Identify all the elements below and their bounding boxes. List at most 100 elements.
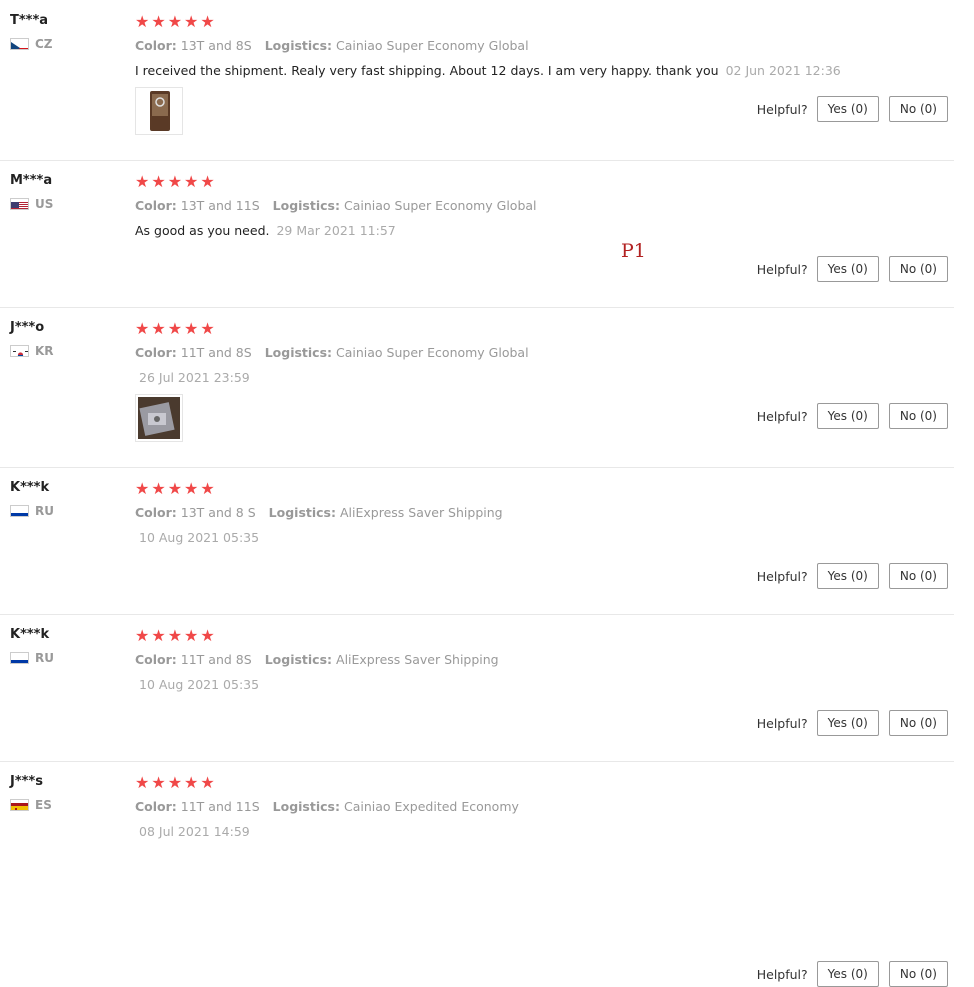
logistics-label: Logistics: (272, 198, 340, 213)
country-flag-icon (10, 198, 29, 210)
product-attributes: Color: 13T and 8 S Logistics: AliExpress … (135, 504, 835, 522)
star-rating: ★ ★ ★ ★ ★ (135, 479, 835, 499)
reviewer-country: US (10, 197, 120, 211)
color-value: 11T and 8S (180, 652, 252, 667)
reviewer-info: J***s ES (10, 773, 120, 812)
country-flag-icon (10, 799, 29, 811)
color-value: 13T and 8 S (180, 505, 256, 520)
review-item: T***a CZ ★ ★ ★ ★ ★ Color: 13T and 8S Logistics: … (0, 0, 954, 161)
review-item: J***s ES ★ ★ ★ ★ ★ Color: 11T and 11S Logistics:… (0, 761, 954, 987)
reviewer-name: T***a (10, 13, 49, 28)
review-body: ★ ★ ★ ★ ★ Color: 11T and 8S Logistics: Cainiao… (135, 319, 835, 442)
review-body: ★ ★ ★ ★ ★ Color: 11T and 11S Logistics: Cainia… (135, 773, 835, 841)
star-icon: ★ (184, 479, 199, 498)
logistics-value: Cainiao Super Economy Global (336, 38, 529, 53)
helpful-no-button[interactable]: No (0) (888, 710, 948, 736)
logistics-value: AliExpress Saver Shipping (339, 505, 503, 520)
star-icon: ★ (135, 773, 150, 792)
review-content: 26 Jul 2021 23:59 (135, 369, 835, 387)
helpful-yes-button[interactable]: Yes (0) (816, 563, 879, 589)
star-icon: ★ (167, 12, 183, 31)
star-icon: ★ (167, 773, 183, 792)
color-value: 11T and 11S (180, 799, 260, 814)
helpful-label: Helpful? (756, 715, 808, 731)
country-flag-icon (10, 38, 29, 50)
reviewer-name: K***k (10, 627, 50, 642)
review-date: 26 Jul 2021 23:59 (139, 370, 250, 385)
logistics-label: Logistics: (264, 345, 333, 360)
reviewer-name: J***s (10, 774, 43, 789)
logistics-label: Logistics: (264, 652, 333, 667)
review-item: K***k RU ★ ★ ★ ★ ★ Color: 13T and 8 S Logistics:… (0, 467, 954, 615)
country-code: US (35, 197, 54, 211)
star-icon: ★ (167, 479, 183, 498)
helpful-yes-button[interactable]: Yes (0) (816, 96, 879, 122)
helpful-yes-button[interactable]: Yes (0) (816, 403, 879, 429)
reviewer-name: K***k (10, 480, 50, 495)
review-body: ★ ★ ★ ★ ★ Color: 13T and 8S Logistics: Cainiao… (135, 12, 841, 135)
star-icon: ★ (151, 319, 166, 338)
star-icon: ★ (200, 172, 215, 191)
review-body: ★ ★ ★ ★ ★ Color: 11T and 8S Logistics: AliExpr… (135, 626, 835, 694)
country-code: RU (35, 651, 54, 665)
review-photo[interactable] (135, 87, 183, 135)
reviewer-country: CZ (10, 37, 120, 51)
helpful-no-button[interactable]: No (0) (888, 563, 948, 589)
review-item: M***a US ★ ★ ★ ★ ★ Color: 13T and 11S Logistics:… (0, 160, 954, 308)
logistics-label: Logistics: (272, 799, 340, 814)
color-value: 13T and 8S (180, 38, 252, 53)
star-icon: ★ (184, 319, 199, 338)
country-code: RU (35, 504, 54, 518)
review-content: As good as you need. 29 Mar 2021 11:57 (135, 222, 835, 240)
helpful-label: Helpful? (756, 966, 808, 982)
color-label: Color: (135, 652, 177, 667)
reviewer-country: RU (10, 504, 120, 518)
color-label: Color: (135, 799, 177, 814)
product-attributes: Color: 11T and 8S Logistics: AliExpress S… (135, 651, 835, 669)
star-icon: ★ (184, 626, 199, 645)
star-icon: ★ (151, 773, 166, 792)
helpful-votes: Helpful? Yes (0) No (0) (757, 961, 948, 987)
review-body: ★ ★ ★ ★ ★ Color: 13T and 8 S Logistics: AliExp… (135, 479, 835, 547)
star-icon: ★ (151, 479, 166, 498)
star-icon: ★ (184, 773, 199, 792)
color-label: Color: (135, 505, 177, 520)
review-item: J***o KR ★ ★ ★ ★ ★ Color: 11T and 8S Logistics: … (0, 307, 954, 468)
country-flag-icon (10, 652, 29, 664)
helpful-no-button[interactable]: No (0) (888, 961, 948, 987)
star-icon: ★ (135, 626, 150, 645)
product-attributes: Color: 13T and 8S Logistics: Cainiao Supe… (135, 37, 835, 55)
review-date: 29 Mar 2021 11:57 (276, 223, 396, 238)
helpful-label: Helpful? (756, 261, 808, 277)
star-rating: ★ ★ ★ ★ ★ (135, 773, 835, 793)
country-flag-icon (10, 345, 29, 357)
color-value: 13T and 11S (180, 198, 260, 213)
star-icon: ★ (200, 319, 215, 338)
product-attributes: Color: 13T and 11S Logistics: Cainiao Sup… (135, 197, 835, 215)
review-content: 10 Aug 2021 05:35 (135, 529, 835, 547)
helpful-label: Helpful? (756, 101, 808, 117)
color-value: 11T and 8S (180, 345, 252, 360)
helpful-yes-button[interactable]: Yes (0) (816, 710, 879, 736)
star-rating: ★ ★ ★ ★ ★ (135, 626, 835, 646)
color-label: Color: (135, 38, 177, 53)
star-rating: ★ ★ ★ ★ ★ (135, 172, 835, 192)
logistics-value: Cainiao Expedited Economy (343, 799, 519, 814)
helpful-no-button[interactable]: No (0) (888, 96, 948, 122)
helpful-no-button[interactable]: No (0) (888, 256, 948, 282)
reviewer-info: K***k RU (10, 479, 120, 518)
star-icon: ★ (200, 773, 215, 792)
star-icon: ★ (200, 479, 215, 498)
helpful-yes-button[interactable]: Yes (0) (816, 256, 879, 282)
helpful-no-button[interactable]: No (0) (888, 403, 948, 429)
star-icon: ★ (167, 626, 183, 645)
review-photo[interactable] (135, 394, 183, 442)
reviewer-info: M***a US (10, 172, 120, 211)
star-icon: ★ (135, 479, 150, 498)
reviewer-name: M***a (10, 173, 53, 188)
review-date: 02 Jun 2021 12:36 (725, 63, 841, 78)
reviewer-info: K***k RU (10, 626, 120, 665)
review-content: 10 Aug 2021 05:35 (135, 676, 835, 694)
helpful-votes: Helpful? Yes (0) No (0) (757, 710, 948, 736)
helpful-yes-button[interactable]: Yes (0) (816, 961, 879, 987)
